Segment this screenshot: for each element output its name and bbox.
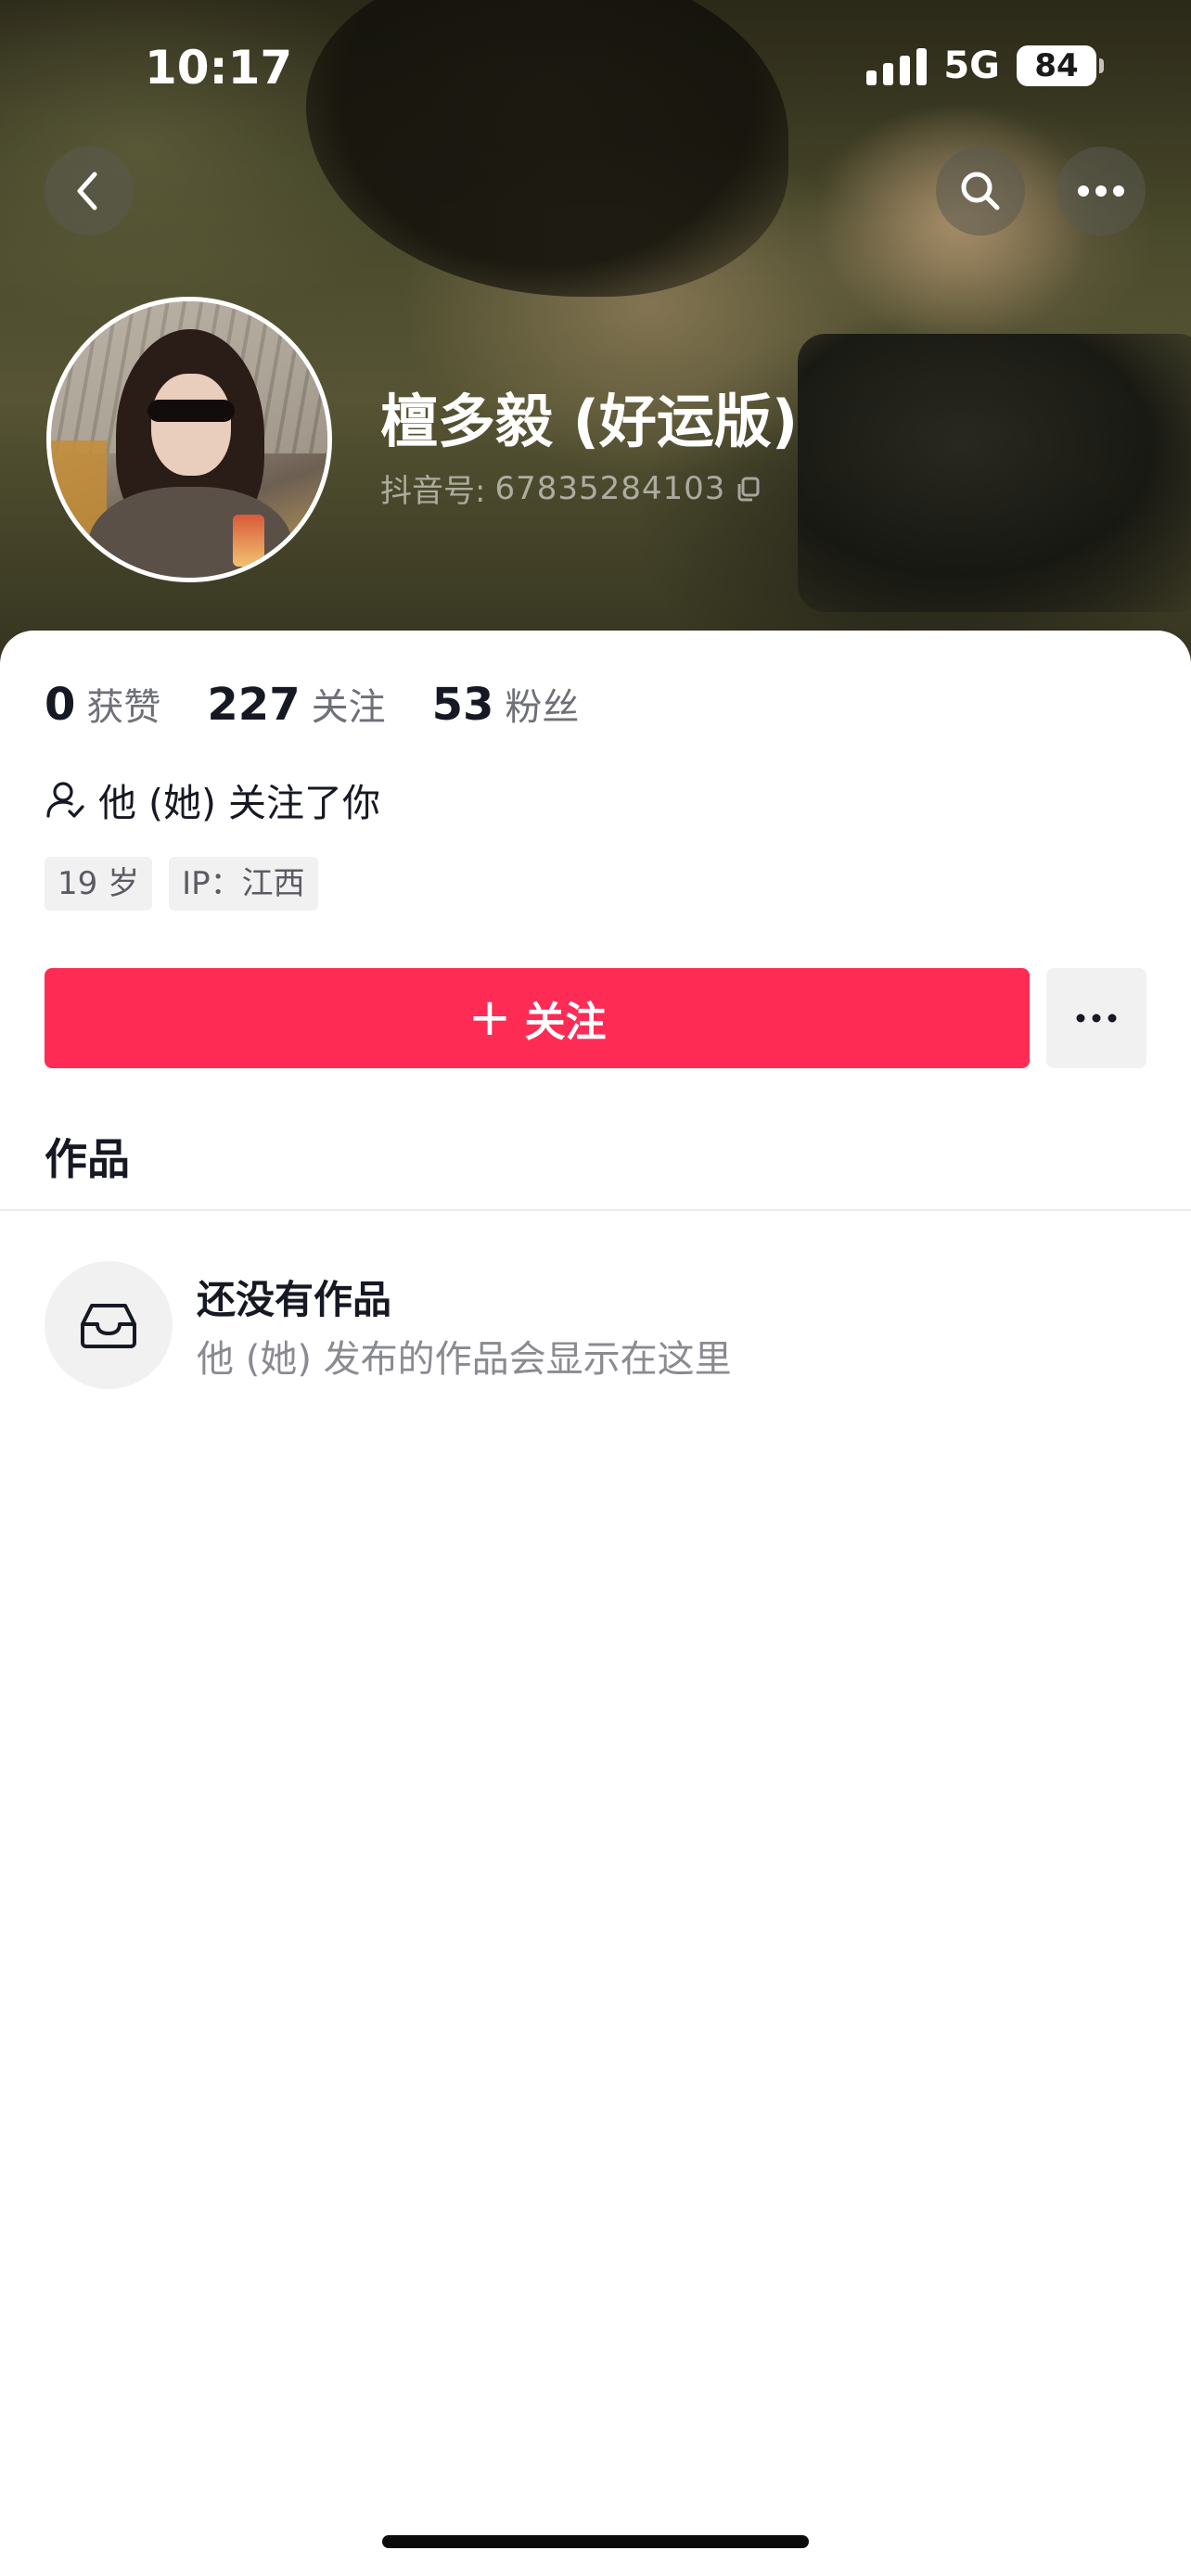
- stat-likes-label: 获赞: [86, 686, 161, 729]
- divider: [0, 1209, 1191, 1211]
- copy-icon[interactable]: [735, 475, 762, 503]
- more-options-button[interactable]: [1057, 147, 1146, 236]
- stat-following-label: 关注: [311, 686, 386, 729]
- stat-likes-value: 0: [45, 679, 76, 731]
- empty-state-title: 还没有作品: [197, 1276, 392, 1322]
- empty-state-text: 还没有作品 他 (她) 发布的作品会显示在这里: [197, 1269, 732, 1383]
- plus-icon: +: [467, 988, 512, 1048]
- stat-followers-label: 粉丝: [505, 686, 580, 729]
- profile-name: 檀多毅 (好运版): [380, 388, 799, 455]
- stats-row: 0 获赞 227 关注 53 粉丝: [45, 677, 579, 731]
- empty-state-description: 他 (她) 发布的作品会显示在这里: [197, 1337, 732, 1381]
- back-button[interactable]: [45, 147, 134, 236]
- status-indicators: 5G 84: [866, 45, 1104, 87]
- douyin-id-value: 67835284103: [494, 469, 726, 507]
- empty-state: 还没有作品 他 (她) 发布的作品会显示在这里: [45, 1261, 732, 1389]
- douyin-id[interactable]: 抖音号: 67835284103: [380, 465, 762, 511]
- stat-followers-value: 53: [431, 679, 494, 731]
- user-check-icon: [46, 782, 84, 818]
- profile-card: 0 获赞 227 关注 53 粉丝 他 (她) 关注了你 19 岁 IP：江西 …: [0, 631, 1191, 2576]
- follows-you-text: 他 (她) 关注了你: [98, 781, 381, 825]
- tab-works[interactable]: 作品: [45, 1126, 130, 1187]
- stat-likes[interactable]: 0 获赞: [45, 677, 160, 731]
- avatar-photo-detail: [147, 400, 235, 422]
- profile-tags: 19 岁 IP：江西: [45, 857, 318, 911]
- more-horizontal-icon: [1078, 185, 1124, 197]
- chevron-left-icon: [77, 172, 97, 210]
- network-type: 5G: [943, 45, 1000, 87]
- battery-level: 84: [1034, 47, 1079, 84]
- signal-icon: [866, 46, 928, 85]
- search-icon: [961, 172, 1000, 210]
- home-indicator[interactable]: [382, 2535, 809, 2548]
- more-actions-button[interactable]: [1046, 968, 1146, 1068]
- follow-label: 关注: [524, 999, 607, 1046]
- more-horizontal-icon: [1076, 1014, 1117, 1023]
- follow-button[interactable]: + 关注: [45, 968, 1030, 1068]
- inbox-icon: [45, 1261, 173, 1389]
- follows-you-indicator: 他 (她) 关注了你: [45, 772, 380, 827]
- tag-ip-location: IP：江西: [169, 857, 318, 911]
- stat-following[interactable]: 227 关注: [207, 677, 385, 731]
- search-button[interactable]: [936, 147, 1025, 236]
- avatar[interactable]: [46, 297, 332, 582]
- stat-followers[interactable]: 53 粉丝: [432, 677, 580, 731]
- status-time: 10:17: [145, 41, 293, 95]
- stat-following-value: 227: [207, 679, 301, 731]
- avatar-photo-detail: [151, 374, 231, 476]
- battery-icon: 84: [1017, 45, 1104, 86]
- avatar-photo-detail: [233, 515, 264, 567]
- tag-age: 19 岁: [45, 857, 153, 911]
- douyin-id-label: 抖音号:: [380, 473, 486, 510]
